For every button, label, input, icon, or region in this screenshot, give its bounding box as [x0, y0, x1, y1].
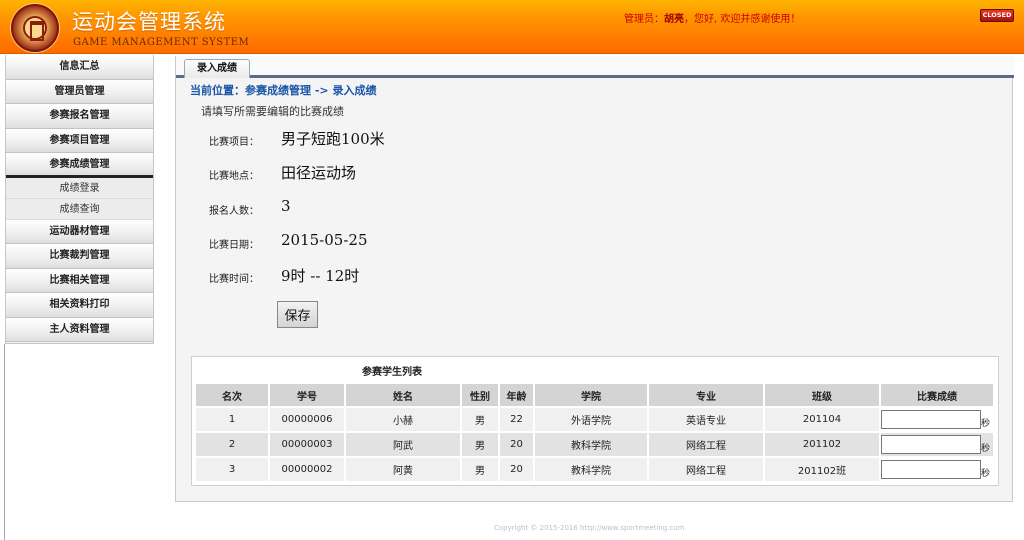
- col-header-college: 学院: [535, 384, 647, 406]
- count-value: 3: [281, 197, 291, 215]
- submenu-item-score-query[interactable]: 成绩查询: [6, 199, 153, 220]
- cell-name: 阿武: [346, 433, 460, 456]
- cell-college: 教科学院: [535, 458, 647, 481]
- sidebar-item-print[interactable]: 相关资料打印: [6, 293, 153, 318]
- col-header-gender: 性别: [462, 384, 498, 406]
- cell-name: 阿黄: [346, 458, 460, 481]
- score-unit: 秒: [981, 419, 991, 429]
- admin-greeting: 管理员：胡亮，您好, 欢迎并感谢使用！: [624, 10, 800, 25]
- sidebar-item-scores[interactable]: 参赛成绩管理: [6, 153, 153, 178]
- footer-copyright: Copyright © 2015-2016 http://www.sportme…: [494, 524, 685, 532]
- col-header-major: 专业: [649, 384, 763, 406]
- cell-age: 20: [500, 458, 533, 481]
- score-input[interactable]: [881, 460, 981, 479]
- breadcrumb: 当前位置：参赛成绩管理 -> 录入成绩: [190, 84, 377, 97]
- cell-rank: 1: [196, 408, 268, 431]
- sidebar-menu: 信息汇总 管理员管理 参赛报名管理 参赛项目管理 参赛成绩管理 成绩登录 成绩查…: [5, 55, 154, 344]
- admin-name: 胡亮: [664, 14, 684, 25]
- col-header-score: 比赛成绩: [881, 384, 993, 406]
- cell-student-id: 00000006: [270, 408, 344, 431]
- app-subtitle: GAME MANAGEMENT SYSTEM: [73, 37, 250, 48]
- table-header-row: 名次 学号 姓名 性别 年龄 学院 专业 班级 比赛成绩: [196, 384, 993, 406]
- cell-name: 小赫: [346, 408, 460, 431]
- cell-score: 秒: [881, 433, 993, 456]
- col-header-student-id: 学号: [270, 384, 344, 406]
- count-label: 报名人数：: [209, 206, 259, 217]
- cell-age: 20: [500, 433, 533, 456]
- tab-score-entry[interactable]: 录入成绩: [184, 59, 250, 78]
- score-unit: 秒: [981, 444, 991, 454]
- event-value: 男子短跑100米: [281, 130, 385, 148]
- cell-class: 201102班: [765, 458, 879, 481]
- location-label: 比赛地点：: [209, 171, 259, 182]
- cell-gender: 男: [462, 408, 498, 431]
- student-list-panel: 参赛学生列表 名次 学号 姓名 性别 年龄 学院 专业 班级 比赛成绩 1 00…: [191, 356, 999, 486]
- scores-submenu: 成绩登录 成绩查询: [6, 177, 153, 220]
- score-unit: 秒: [981, 469, 991, 479]
- cell-gender: 男: [462, 458, 498, 481]
- col-header-rank: 名次: [196, 384, 268, 406]
- student-table: 名次 学号 姓名 性别 年龄 学院 专业 班级 比赛成绩 1 00000006 …: [194, 382, 995, 483]
- submenu-item-score-entry[interactable]: 成绩登录: [6, 178, 153, 199]
- tab-bar: 录入成绩: [176, 56, 1014, 78]
- col-header-class: 班级: [765, 384, 879, 406]
- score-input[interactable]: [881, 435, 981, 454]
- save-button[interactable]: 保存: [277, 301, 318, 328]
- cell-score: 秒: [881, 458, 993, 481]
- cell-score: 秒: [881, 408, 993, 431]
- cell-class: 201102: [765, 433, 879, 456]
- cell-age: 22: [500, 408, 533, 431]
- app-header: 运动会管理系统 GAME MANAGEMENT SYSTEM 管理员：胡亮，您好…: [0, 0, 1024, 54]
- sidebar-item-events[interactable]: 参赛项目管理: [6, 128, 153, 153]
- cell-rank: 2: [196, 433, 268, 456]
- left-frame-border: [0, 344, 5, 540]
- cell-rank: 3: [196, 458, 268, 481]
- table-row: 2 00000003 阿武 男 20 教科学院 网络工程 201102 秒: [196, 433, 993, 456]
- location-value: 田径运动场: [281, 164, 357, 182]
- date-value: 2015-05-25: [281, 231, 368, 249]
- date-label: 比赛日期：: [209, 240, 259, 251]
- welcome-text: ，您好, 欢迎并感谢使用！: [684, 14, 801, 25]
- time-value: 9时 -- 12时: [281, 267, 360, 285]
- cell-major: 英语专业: [649, 408, 763, 431]
- sidebar-item-owner-info[interactable]: 主人资料管理: [6, 317, 153, 342]
- cell-major: 网络工程: [649, 458, 763, 481]
- table-row: 3 00000002 阿黄 男 20 教科学院 网络工程 201102班 秒: [196, 458, 993, 481]
- main-panel: 录入成绩 当前位置：参赛成绩管理 -> 录入成绩 请填写所需要编辑的比赛成绩 比…: [175, 56, 1014, 502]
- sidebar-item-referees[interactable]: 比赛裁判管理: [6, 244, 153, 269]
- admin-label: 管理员：: [624, 14, 664, 25]
- table-row: 1 00000006 小赫 男 22 外语学院 英语专业 201104 秒: [196, 408, 993, 431]
- cell-student-id: 00000003: [270, 433, 344, 456]
- sidebar-item-related[interactable]: 比赛相关管理: [6, 268, 153, 293]
- col-header-age: 年龄: [500, 384, 533, 406]
- close-button[interactable]: CLOSED: [980, 9, 1014, 22]
- app-title: 运动会管理系统: [72, 10, 226, 34]
- university-seal-icon: [11, 4, 59, 52]
- col-header-name: 姓名: [346, 384, 460, 406]
- cell-class: 201104: [765, 408, 879, 431]
- event-label: 比赛项目：: [209, 137, 259, 148]
- sidebar-item-equipment[interactable]: 运动器材管理: [6, 219, 153, 244]
- student-list-caption: 参赛学生列表: [362, 367, 422, 378]
- cell-college: 教科学院: [535, 433, 647, 456]
- cell-major: 网络工程: [649, 433, 763, 456]
- time-label: 比赛时间：: [209, 274, 259, 285]
- cell-gender: 男: [462, 433, 498, 456]
- form-hint: 请填写所需要编辑的比赛成绩: [201, 105, 344, 118]
- sidebar-item-info-summary[interactable]: 信息汇总: [6, 55, 153, 80]
- sidebar-item-admin-management[interactable]: 管理员管理: [6, 79, 153, 104]
- cell-student-id: 00000002: [270, 458, 344, 481]
- sidebar-item-registration[interactable]: 参赛报名管理: [6, 104, 153, 129]
- score-input[interactable]: [881, 410, 981, 429]
- cell-college: 外语学院: [535, 408, 647, 431]
